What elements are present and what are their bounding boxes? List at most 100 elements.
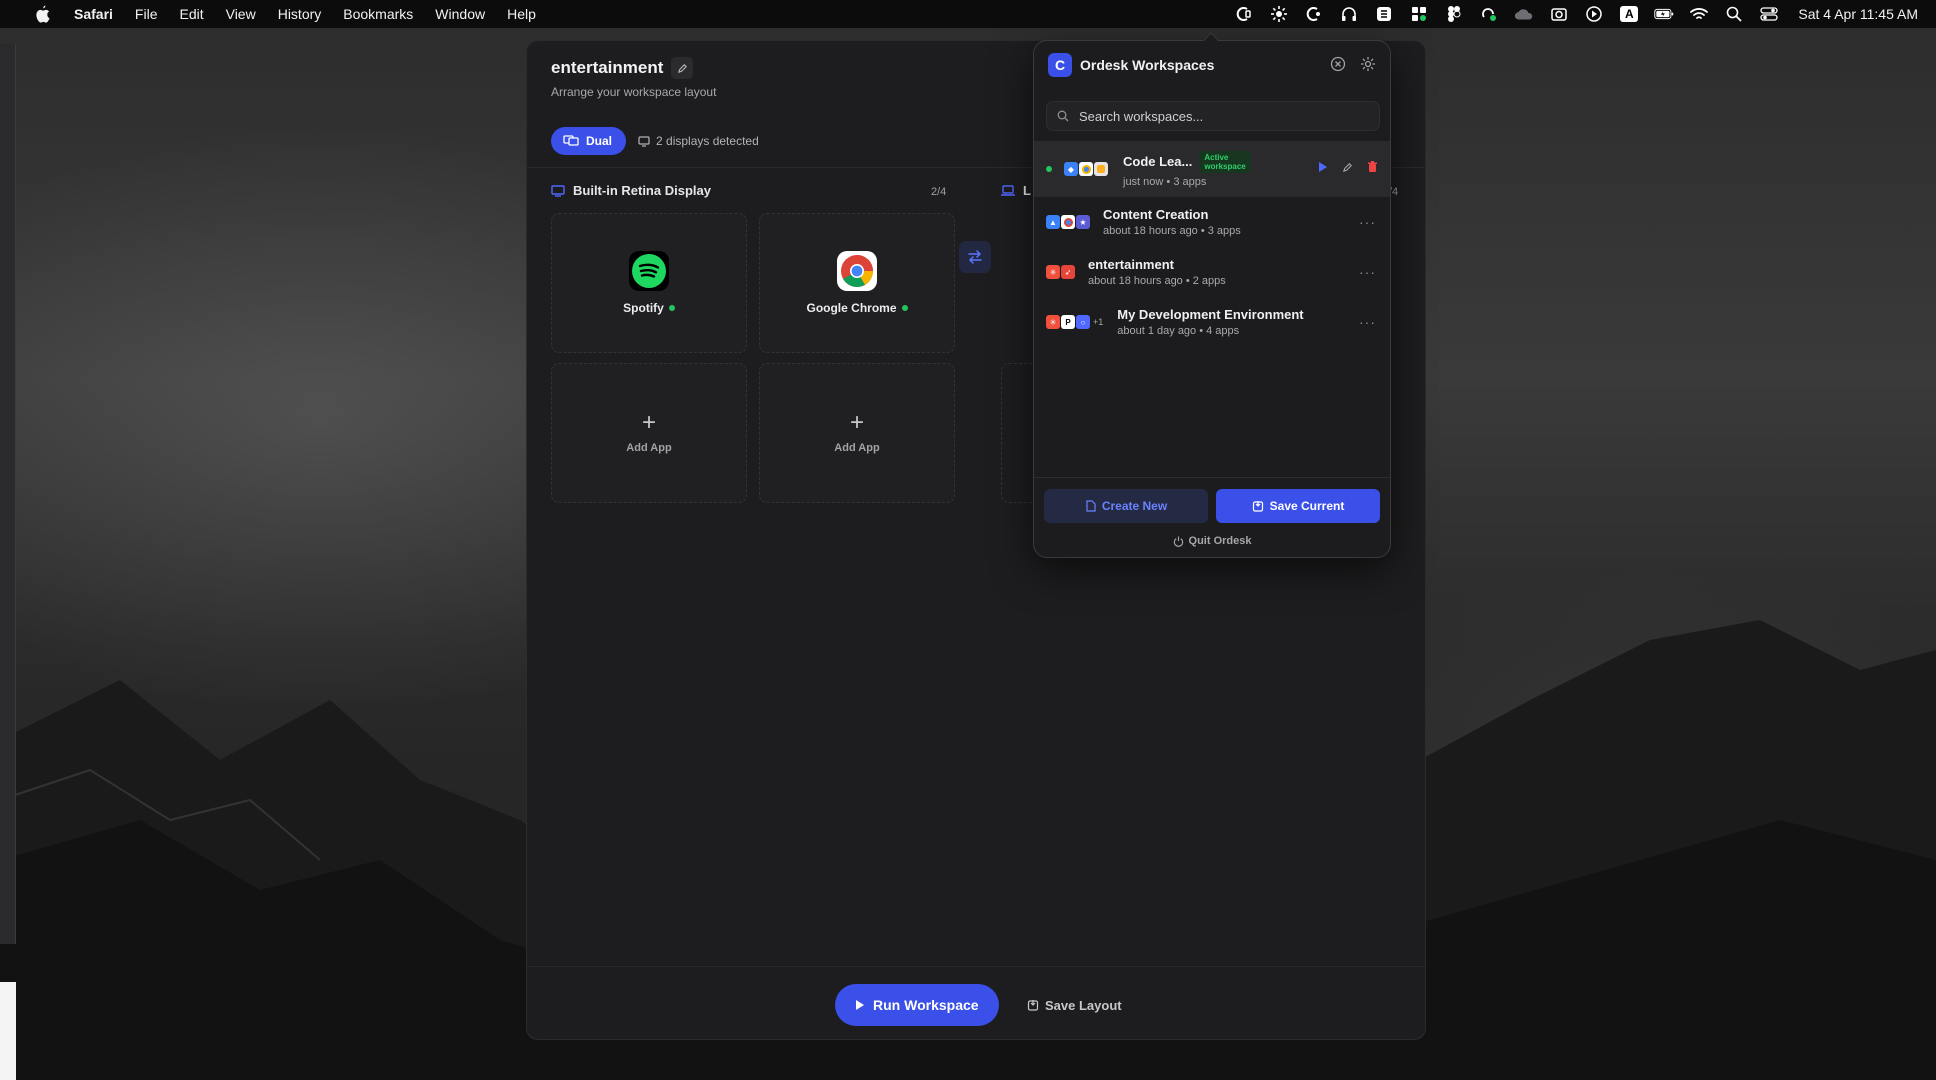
dual-mode-label: Dual xyxy=(586,134,613,148)
menu-bookmarks[interactable]: Bookmarks xyxy=(343,6,413,22)
running-indicator xyxy=(901,305,908,311)
run-workspace-button[interactable]: Run Workspace xyxy=(835,984,999,1026)
app-name-spotify: Spotify xyxy=(623,301,675,315)
text-app-icon: P xyxy=(1061,315,1075,329)
menu-edit[interactable]: Edit xyxy=(179,6,203,22)
wifi-icon[interactable] xyxy=(1689,4,1709,24)
spark-app-icon: ✳ xyxy=(1046,265,1060,279)
workspace-item-code-learning[interactable]: ◆ Code Lea... Active workspace just now … xyxy=(1034,141,1390,197)
headphones-icon[interactable] xyxy=(1339,4,1359,24)
gear-icon[interactable] xyxy=(1360,56,1376,77)
workspace-app-icons: ▲ ★ xyxy=(1046,215,1091,229)
menu-app-name[interactable]: Safari xyxy=(74,6,113,22)
workspace-text: Code Lea... Active workspace just now • … xyxy=(1123,150,1251,188)
swap-icon xyxy=(968,250,982,264)
display-2-name: L xyxy=(1023,183,1031,198)
ordesk-logo-icon: C xyxy=(1048,53,1072,77)
add-app-slot[interactable]: + Add App xyxy=(759,363,955,503)
display-1-name: Built-in Retina Display xyxy=(573,183,711,198)
active-workspace-badge: Active workspace xyxy=(1199,150,1251,173)
search-icon xyxy=(1057,110,1069,122)
play-icon[interactable] xyxy=(1584,4,1604,24)
search-icon[interactable] xyxy=(1724,4,1744,24)
add-app-slot[interactable]: + Add App xyxy=(551,363,747,503)
menu-window[interactable]: Window xyxy=(435,6,485,22)
menubar-clock[interactable]: Sat 4 Apr 11:45 AM xyxy=(1798,6,1918,22)
display-1-slot-count: 2/4 xyxy=(931,186,947,198)
ordesk-icon[interactable] xyxy=(1234,4,1254,24)
popover-title: Ordesk Workspaces xyxy=(1080,57,1215,73)
app-slot-spotify[interactable]: Spotify xyxy=(551,213,747,353)
workspace-app-icons: ✳ P ○ +1 xyxy=(1046,315,1103,329)
trash-icon[interactable] xyxy=(1367,160,1378,178)
edit-title-button[interactable] xyxy=(671,57,694,79)
workspace-app-icons: ◆ xyxy=(1064,162,1109,176)
workspace-name: Content Creation xyxy=(1103,207,1209,222)
quit-ordesk-button[interactable]: Quit Ordesk xyxy=(1034,535,1390,547)
workspace-item-entertainment[interactable]: ✳ ➶ entertainment about 18 hours ago • 2… xyxy=(1034,247,1390,297)
app-label: Google Chrome xyxy=(806,301,897,315)
run-workspace-label: Run Workspace xyxy=(873,997,979,1013)
app-store-icon[interactable] xyxy=(1409,4,1429,24)
pencil-icon xyxy=(677,63,687,73)
menu-help[interactable]: Help xyxy=(507,6,536,22)
running-indicator xyxy=(668,305,675,311)
app-slot-chrome[interactable]: Google Chrome xyxy=(759,213,955,353)
workspace-item-my-development-environment[interactable]: ✳ P ○ +1 My Development Environment abou… xyxy=(1034,297,1390,347)
workspace-app-icons: ✳ ➶ xyxy=(1046,265,1076,279)
window-header: entertainment Arrange your workspace lay… xyxy=(551,57,716,99)
save-icon xyxy=(1252,501,1263,512)
menu-view[interactable]: View xyxy=(226,6,256,22)
pencil-icon[interactable] xyxy=(1342,160,1353,178)
save-current-button[interactable]: Save Current xyxy=(1216,489,1380,523)
workspace-text: Content Creation about 18 hours ago • 3 … xyxy=(1103,207,1241,237)
add-app-label: Add App xyxy=(626,442,672,454)
save-layout-button[interactable]: Save Layout xyxy=(1017,991,1132,1019)
figma-icon[interactable] xyxy=(1444,4,1464,24)
displays-detected-label: 2 displays detected xyxy=(656,134,759,148)
close-icon[interactable] xyxy=(1330,56,1346,77)
camera-icon[interactable] xyxy=(1549,4,1569,24)
laptop-icon xyxy=(1001,184,1015,196)
footer-divider xyxy=(527,966,1425,967)
workspace-search[interactable] xyxy=(1046,101,1380,131)
shield-icon[interactable] xyxy=(1374,4,1394,24)
background-window-edge xyxy=(0,44,16,944)
swap-displays-button[interactable] xyxy=(959,241,991,273)
tray-app-icon[interactable] xyxy=(1479,4,1499,24)
create-new-button[interactable]: Create New xyxy=(1044,489,1208,523)
background-window-white xyxy=(0,982,16,1080)
app-label: Spotify xyxy=(623,301,664,315)
more-options-icon[interactable]: ··· xyxy=(1359,314,1376,330)
menubar-tray: A Sat 4 Apr 11:45 AM xyxy=(1234,0,1918,28)
quit-ordesk-label: Quit Ordesk xyxy=(1188,535,1252,547)
sun-icon[interactable] xyxy=(1269,4,1289,24)
dual-mode-button[interactable]: Dual xyxy=(551,127,627,155)
workspace-item-content-creation[interactable]: ▲ ★ Content Creation about 18 hours ago … xyxy=(1034,197,1390,247)
app-icon: ▲ xyxy=(1046,215,1060,229)
menubar: Safari File Edit View History Bookmarks … xyxy=(0,0,1936,28)
search-input[interactable] xyxy=(1079,108,1369,124)
menu-file[interactable]: File xyxy=(135,6,158,22)
moon-app-icon[interactable] xyxy=(1304,4,1324,24)
plus-icon: + xyxy=(641,409,656,436)
workspace-meta: about 1 day ago • 4 apps xyxy=(1117,325,1240,337)
display-mode-row: Dual 2 displays detected xyxy=(551,127,759,155)
play-icon[interactable] xyxy=(1318,160,1328,178)
more-options-icon[interactable]: ··· xyxy=(1359,214,1376,230)
chrome-icon xyxy=(1079,162,1093,176)
save-current-label: Save Current xyxy=(1269,499,1345,513)
monitor-icon xyxy=(638,135,650,147)
control-center-icon[interactable] xyxy=(1759,4,1779,24)
menu-history[interactable]: History xyxy=(278,6,322,22)
more-options-icon[interactable]: ··· xyxy=(1359,264,1376,280)
workspace-name: Code Lea... xyxy=(1123,154,1193,169)
apple-logo-icon[interactable] xyxy=(34,5,52,23)
add-app-label: Add App xyxy=(834,442,880,454)
keyboard-a-icon[interactable]: A xyxy=(1619,4,1639,24)
vscode-icon: ◆ xyxy=(1064,162,1078,176)
battery-icon[interactable] xyxy=(1654,4,1674,24)
cloud-icon[interactable] xyxy=(1514,4,1534,24)
display-2-header: L xyxy=(1001,183,1031,198)
keyboard-label: A xyxy=(1620,6,1639,22)
